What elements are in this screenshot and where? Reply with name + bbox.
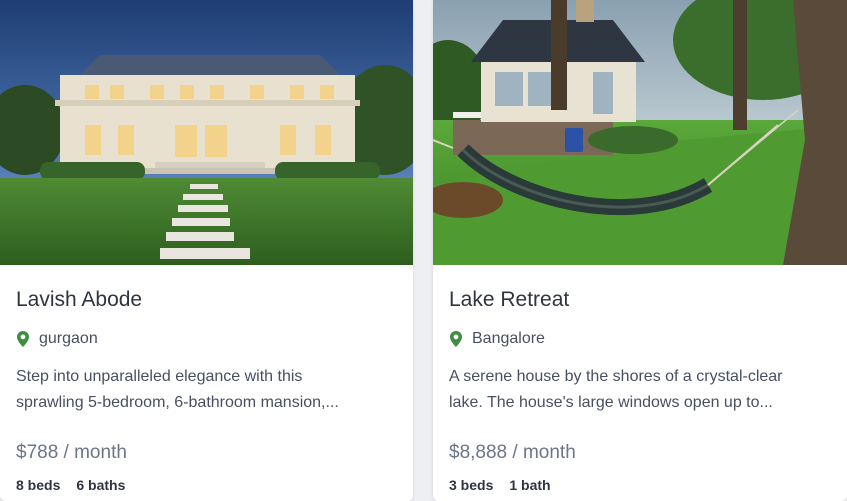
listing-price: $8,888 / month — [449, 442, 576, 463]
description-line: A serene house by the shores of a crysta… — [449, 368, 783, 385]
listing-location: Bangalore — [449, 329, 831, 349]
listing-card-lavish-abode[interactable]: Lavish Abode gurgaon Step into unparalle… — [0, 0, 413, 501]
listing-card-lake-retreat[interactable]: Lake Retreat Bangalore A serene house by… — [433, 0, 847, 501]
beds-count: 3 beds — [449, 477, 494, 493]
location-pin-icon — [16, 331, 30, 347]
description-line: sprawling 5-bedroom, 6-bathroom mansion,… — [16, 394, 339, 411]
listing-location: gurgaon — [16, 329, 397, 349]
listing-description: A serene house by the shores of a crysta… — [449, 364, 831, 416]
baths-count: 6 baths — [76, 477, 126, 493]
baths-count: 1 bath — [509, 477, 551, 493]
mansion-photo — [0, 0, 413, 265]
listing-title[interactable]: Lake Retreat — [449, 288, 831, 312]
listing-description: Step into unparalleled elegance with thi… — [16, 364, 397, 416]
listing-specs: 8 beds 6 baths — [16, 477, 397, 493]
location-text: Bangalore — [472, 330, 545, 347]
listing-title[interactable]: Lavish Abode — [16, 288, 397, 312]
listing-photo[interactable] — [433, 0, 847, 265]
listing-photo[interactable] — [0, 0, 413, 265]
lake-house-photo — [433, 0, 847, 265]
beds-count: 8 beds — [16, 477, 61, 493]
description-line: Step into unparalleled elegance with thi… — [16, 368, 303, 385]
listing-specs: 3 beds 1 bath — [449, 477, 831, 493]
location-pin-icon — [449, 331, 463, 347]
listing-price: $788 / month — [16, 442, 127, 463]
description-line: lake. The house's large windows open up … — [449, 394, 773, 411]
location-text: gurgaon — [39, 330, 98, 347]
